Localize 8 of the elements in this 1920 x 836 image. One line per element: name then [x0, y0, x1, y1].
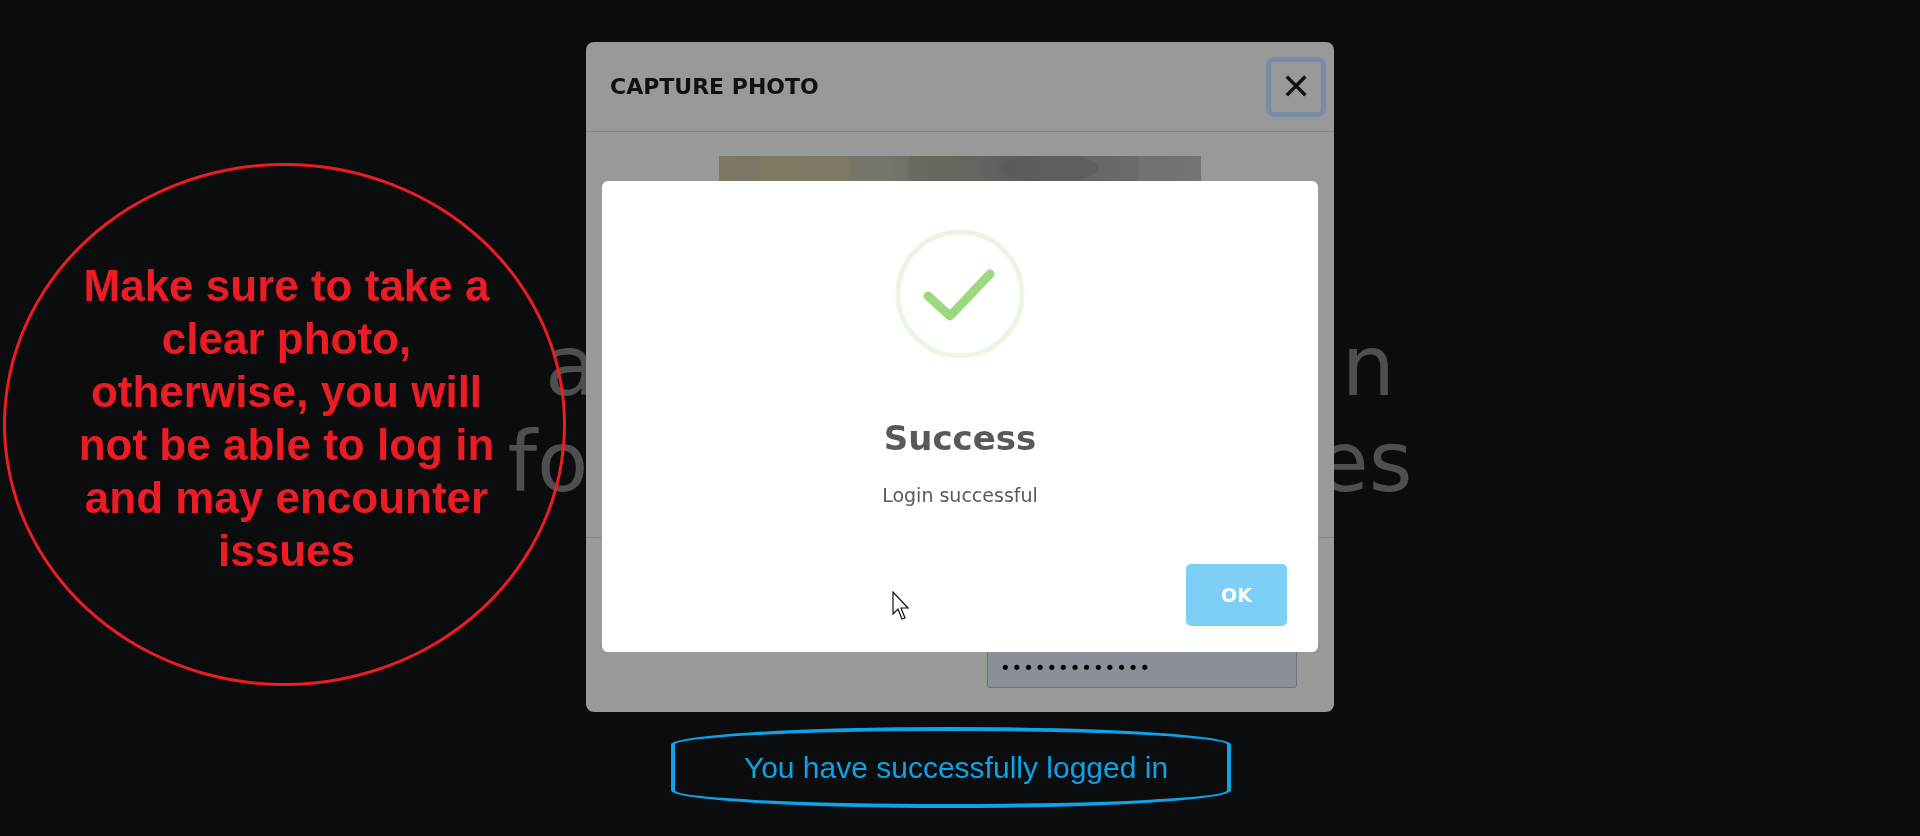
- success-check-icon: [894, 228, 1026, 360]
- background-text: n: [1341, 318, 1395, 414]
- success-note: You have successfully logged in: [671, 727, 1231, 808]
- dialog-message: Login successful: [882, 484, 1038, 506]
- cursor-icon: [892, 591, 912, 621]
- close-button[interactable]: ✕: [1266, 56, 1326, 117]
- dialog-title: Success: [883, 418, 1037, 458]
- modal-title: CAPTURE PHOTO: [610, 74, 819, 99]
